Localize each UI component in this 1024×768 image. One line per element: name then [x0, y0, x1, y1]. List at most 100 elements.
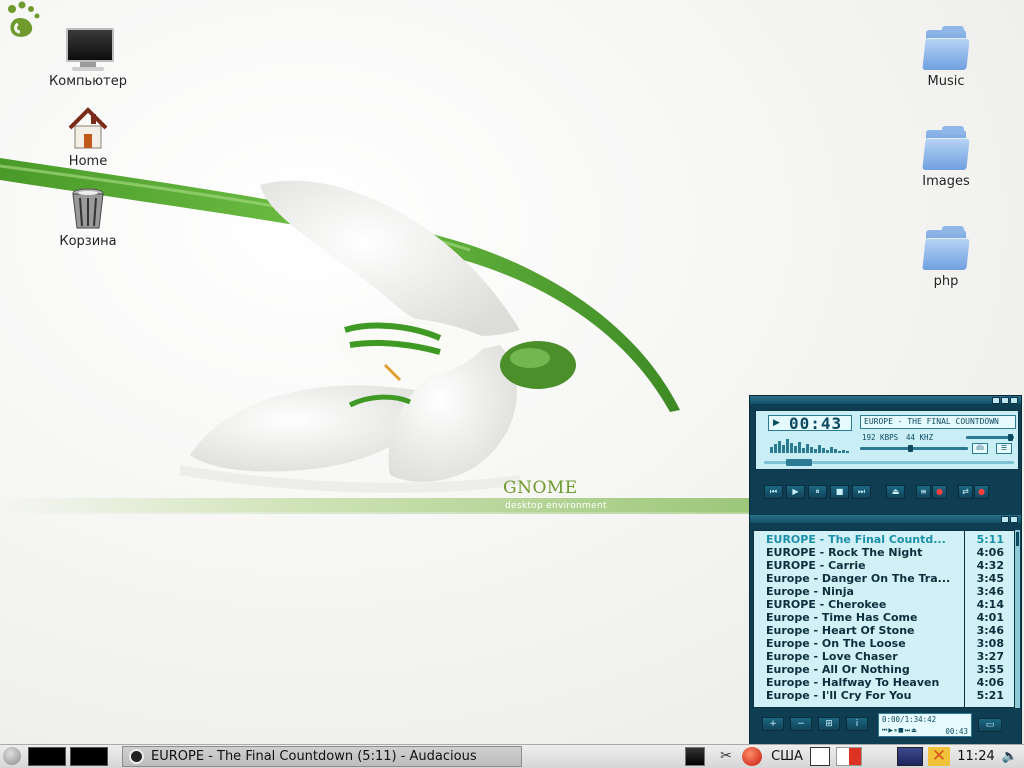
playlist-close-icon[interactable]	[1010, 516, 1018, 523]
volume-knob[interactable]	[1008, 434, 1013, 441]
repeat-button[interactable]: ●	[974, 485, 989, 499]
playlist-total-counter: 0:00/1:34:42	[882, 715, 937, 724]
network-icon[interactable]	[897, 747, 923, 766]
desktop-icon-php[interactable]: php	[901, 224, 991, 289]
workspace-1[interactable]	[28, 747, 66, 766]
stop-button[interactable]: ■	[830, 485, 849, 499]
speaker-icon[interactable]: 🔈	[1000, 747, 1020, 766]
balance-slider[interactable]	[860, 447, 968, 450]
playlist-row-title: Europe - All Or Nothing	[766, 663, 910, 676]
desktop-icon-home[interactable]: Home	[43, 104, 133, 169]
eject-button[interactable]: ⏏	[886, 485, 905, 499]
window-icon[interactable]	[810, 747, 830, 766]
playlist-row[interactable]: Europe - I'll Cry For You 5:21	[754, 689, 1014, 702]
playlist-row-title: Europe - On The Loose	[766, 637, 906, 650]
playlist-row[interactable]: EUROPE - Cherokee 4:14	[754, 598, 1014, 611]
playlist-shade-icon[interactable]	[1001, 516, 1009, 523]
play-button[interactable]: ▶	[786, 485, 805, 499]
folder-icon	[922, 124, 970, 172]
volume-slider[interactable]	[966, 436, 1014, 439]
desktop-icon-label: Images	[922, 174, 970, 189]
x-app-icon[interactable]: ✕	[928, 747, 950, 766]
visualizer-bar	[798, 442, 801, 453]
playlist-row[interactable]: EUROPE - Rock The Night 4:06	[754, 546, 1014, 559]
playlist-row[interactable]: EUROPE - The Final Countd... 5:11	[754, 533, 1014, 546]
bitrate: 192 KBPS	[862, 433, 899, 442]
main-menu-icon[interactable]	[3, 747, 21, 765]
pause-button[interactable]: ⏸	[808, 485, 827, 499]
playlist-scroll-thumb[interactable]	[1016, 532, 1019, 546]
playlist-row[interactable]: Europe - Halfway To Heaven 4:06	[754, 676, 1014, 689]
visualizer-bar	[778, 441, 781, 453]
time-digits: 00:43	[789, 414, 843, 433]
record-button[interactable]: ●	[932, 485, 947, 499]
taskbar-button-audacious[interactable]: EUROPE - The Final Countdown (5:11) - Au…	[122, 746, 522, 767]
visualizer-bar	[782, 445, 785, 453]
audacious-player: ▶ 00:43 EUROPE - THE FINAL COUNTDOWN 192…	[749, 395, 1022, 745]
red-app-icon[interactable]	[742, 747, 762, 766]
next-button[interactable]: ⏭	[852, 485, 871, 499]
shuffle-button[interactable]: ⇄	[958, 485, 973, 499]
clock[interactable]: 11:24	[955, 747, 997, 766]
desktop-icon-label: Корзина	[59, 234, 117, 249]
visualizer-bar	[830, 447, 833, 453]
playlist-row[interactable]: Europe - Ninja 3:46	[754, 585, 1014, 598]
playlist-row[interactable]: Europe - Heart Of Stone 3:46	[754, 624, 1014, 637]
gnome-foot-icon	[8, 1, 40, 37]
previous-button[interactable]: ⏮	[764, 485, 783, 499]
playlist-row[interactable]: Europe - Danger On The Tra... 3:45	[754, 572, 1014, 585]
desktop-icon-images[interactable]: Images	[901, 124, 991, 189]
track-title: EUROPE - THE FINAL COUNTDOWN	[864, 417, 999, 426]
workspace-2[interactable]	[70, 747, 108, 766]
playlist-row-duration: 4:06	[976, 546, 1004, 559]
terminal-icon[interactable]	[685, 747, 705, 766]
playlist-list-button[interactable]: ▭	[978, 718, 1002, 732]
desktop-icon-label: Компьютер	[49, 74, 127, 89]
track-title-box[interactable]: EUROPE - THE FINAL COUNTDOWN	[860, 415, 1016, 429]
taskbar-button-label: EUROPE - The Final Countdown (5:11) - Au…	[151, 749, 477, 764]
close-icon[interactable]	[1010, 397, 1018, 404]
playlist-row[interactable]: Europe - All Or Nothing 3:55	[754, 663, 1014, 676]
shade-icon[interactable]	[1001, 397, 1009, 404]
desktop-icon-music[interactable]: Music	[901, 24, 991, 89]
balance-knob[interactable]	[908, 445, 913, 452]
gnome-subtitle: desktop environment	[505, 501, 607, 511]
bottom-panel: EUROPE - The Final Countdown (5:11) - Au…	[0, 744, 1024, 768]
remove-button[interactable]: −	[790, 717, 812, 731]
main-window-titlebar[interactable]	[750, 396, 1021, 404]
minimize-icon[interactable]	[992, 397, 1000, 404]
select-button[interactable]: ⊞	[818, 717, 840, 731]
playlist-row-title: Europe - Heart Of Stone	[766, 624, 915, 637]
add-button[interactable]: +	[762, 717, 784, 731]
visualizer[interactable]	[770, 435, 850, 453]
playlist-row-title: EUROPE - The Final Countd...	[766, 533, 946, 546]
scissors-icon[interactable]: ✂	[716, 747, 736, 766]
equalizer-toggle-button[interactable]: ıllı	[972, 443, 988, 454]
computer-icon	[64, 24, 114, 72]
home-icon	[64, 104, 112, 152]
playlist-toggle-button[interactable]: ☰	[996, 443, 1012, 454]
desktop-icon-компьютер[interactable]: Компьютер	[43, 24, 133, 89]
visualizer-bar	[846, 451, 849, 453]
applet-icon[interactable]	[836, 747, 862, 766]
playlist-row[interactable]: Europe - On The Loose 3:08	[754, 637, 1014, 650]
seek-knob[interactable]	[786, 459, 812, 466]
misc-button[interactable]: i	[846, 717, 868, 731]
mini-controls-icon[interactable]: ⏮▶⏸■⏭⏏	[882, 727, 918, 735]
playlist-row[interactable]: EUROPE - Carrie 4:32	[754, 559, 1014, 572]
playlist-footer: 0:00/1:34:42 ⏮▶⏸■⏭⏏ 00:43 ▭ + − ⊞ i	[750, 710, 1021, 744]
playlist-row-duration: 3:27	[976, 650, 1004, 663]
keyboard-layout[interactable]: США	[770, 747, 804, 766]
playlist-titlebar[interactable]	[750, 515, 1021, 523]
menu-button[interactable]: ≡	[916, 485, 931, 499]
desktop-icon-корзина[interactable]: Корзина	[43, 184, 133, 249]
playlist-row[interactable]: Europe - Love Chaser 3:27	[754, 650, 1014, 663]
time-display[interactable]: ▶ 00:43	[768, 414, 852, 433]
playlist-row[interactable]: Europe - Time Has Come 4:01	[754, 611, 1014, 624]
playlist-row-duration: 4:14	[976, 598, 1004, 611]
folder-icon	[922, 224, 970, 272]
playlist-row-duration: 3:55	[976, 663, 1004, 676]
desktop-icon-label: php	[933, 274, 959, 289]
playlist-scrollbar[interactable]	[1015, 530, 1020, 708]
playlist-row-title: EUROPE - Cherokee	[766, 598, 887, 611]
